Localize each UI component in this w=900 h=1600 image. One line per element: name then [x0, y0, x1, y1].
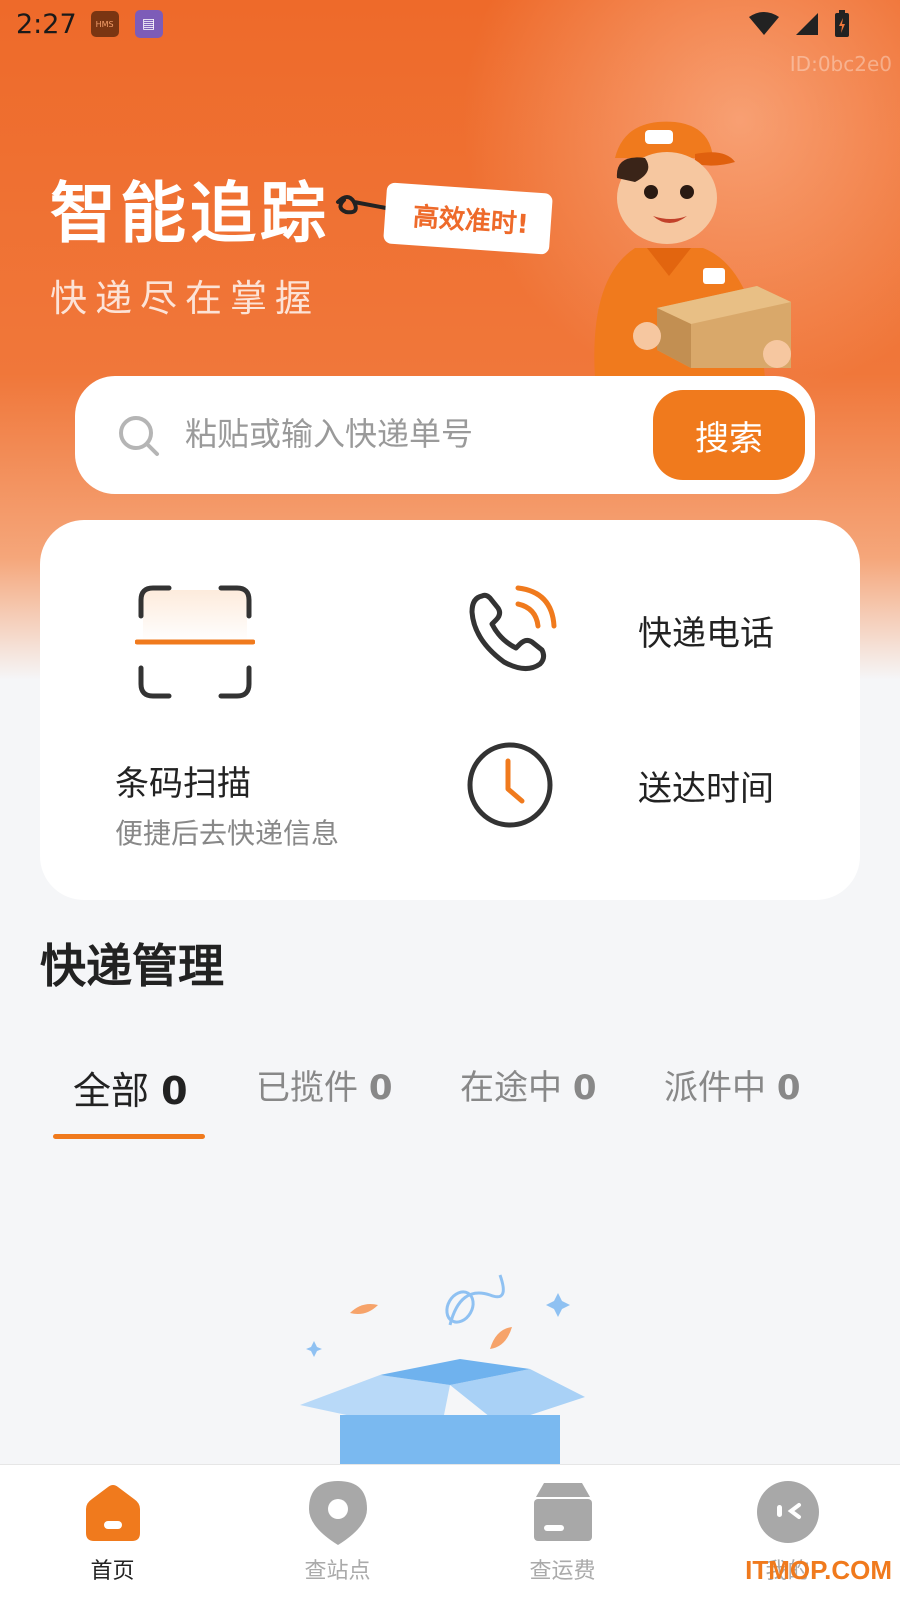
scan-title: 条码扫描 — [115, 764, 251, 804]
status-bar: 2:27 HMS ▤ — [0, 0, 900, 48]
tracking-number-input[interactable] — [185, 406, 625, 462]
hero-title: 智能追踪 — [50, 175, 330, 252]
nav-stations-label: 查站点 — [304, 1559, 371, 1584]
tab-delivering[interactable]: 派件中 0 — [664, 1060, 800, 1109]
tools-card: 条码扫描 便捷后去快递信息 快递电话 送达时间 — [40, 520, 860, 900]
barcode-scan-tool[interactable]: 条码扫描 便捷后去快递信息 — [40, 520, 440, 900]
scan-description: 便捷后去快递信息 — [115, 817, 340, 850]
nav-stations[interactable]: 查站点 — [225, 1465, 450, 1600]
device-id: ID:0bc2e0 — [789, 52, 892, 76]
tab-picked-up[interactable]: 已揽件 0 — [256, 1060, 392, 1109]
status-tabs: 全部 0 已揽件 0 在途中 0 派件中 0 — [0, 1060, 900, 1140]
search-button[interactable]: 搜索 — [653, 390, 805, 480]
hero-subtitle: 快递尽在掌握 — [50, 277, 320, 320]
hero-tag: 高效准时! — [383, 182, 553, 255]
tab-in-transit[interactable]: 在途中 0 — [460, 1060, 596, 1109]
status-icons — [748, 10, 850, 38]
clock-icon — [467, 742, 553, 828]
signal-icon — [796, 13, 818, 35]
active-tab-indicator — [53, 1134, 205, 1139]
nav-shipping-fee[interactable]: 查运费 — [450, 1465, 675, 1600]
profile-icon — [756, 1481, 819, 1543]
battery-icon — [835, 10, 849, 37]
courier-illustration — [594, 121, 791, 378]
nav-home-label: 首页 — [90, 1559, 135, 1584]
time-label: 送达时间 — [638, 768, 774, 809]
nav-shipping-fee-label: 查运费 — [529, 1559, 596, 1584]
watermark: ITMOP.COM — [745, 1555, 892, 1585]
home-icon — [85, 1485, 140, 1541]
phone-icon — [469, 585, 557, 671]
nav-home[interactable]: 首页 — [0, 1465, 225, 1600]
scan-icon — [135, 585, 255, 699]
hms-icon: HMS — [90, 11, 119, 37]
phone-label: 快递电话 — [638, 613, 774, 654]
tab-all[interactable]: 全部 0 — [73, 1060, 188, 1115]
box-icon — [533, 1483, 592, 1541]
search-icon — [119, 416, 159, 456]
voice-app-icon: ▤ — [134, 10, 163, 38]
section-title: 快递管理 — [40, 939, 224, 993]
tag-string-icon — [336, 195, 388, 215]
empty-box-illustration — [300, 1274, 585, 1465]
status-time: 2:27 — [16, 8, 77, 40]
wifi-icon — [749, 12, 779, 35]
search-bar: 搜索 — [75, 376, 815, 494]
delivery-time-tool[interactable]: 送达时间 — [460, 735, 820, 835]
courier-phone-tool[interactable]: 快递电话 — [460, 580, 820, 680]
location-icon — [308, 1481, 367, 1545]
